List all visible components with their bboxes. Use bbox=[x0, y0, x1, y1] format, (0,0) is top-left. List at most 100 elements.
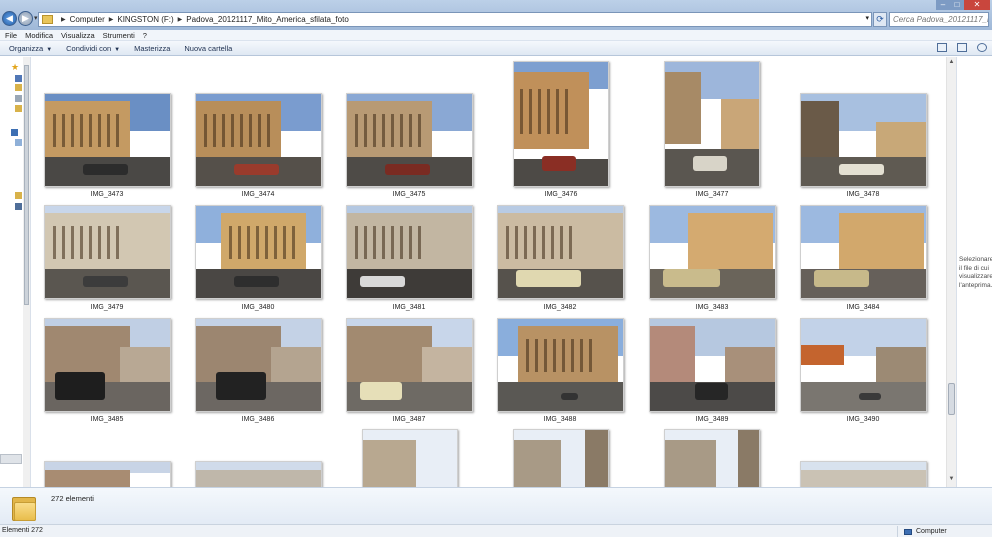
burn-button[interactable]: Masterizza bbox=[134, 44, 170, 53]
minimize-button[interactable]: – bbox=[936, 0, 950, 10]
breadcrumb-chevron-icon[interactable]: ▶ bbox=[109, 16, 114, 23]
thumbnail[interactable] bbox=[800, 93, 927, 187]
network-icon[interactable] bbox=[15, 203, 22, 210]
file-name[interactable]: IMG_3473 bbox=[32, 191, 182, 198]
folder-icon bbox=[12, 493, 36, 521]
breadcrumb-folder[interactable]: Padova_20121117_Mito_America_sfilata_fot… bbox=[186, 15, 348, 24]
favorites-star-icon[interactable]: ★ bbox=[11, 62, 19, 72]
share-button[interactable]: Condividi con ▼ bbox=[66, 44, 120, 53]
menu-help[interactable]: ? bbox=[143, 31, 147, 40]
chevron-down-icon: ▼ bbox=[114, 46, 121, 53]
navigation-pane: ★ bbox=[0, 57, 31, 487]
thumbnail[interactable] bbox=[44, 461, 171, 487]
back-button[interactable]: ◀ bbox=[2, 11, 17, 26]
title-bar: ◀ ▶ ▾ ▶ Computer ▶ KINGSTON (F:) ▶ Padov… bbox=[0, 0, 992, 30]
search-box[interactable] bbox=[889, 12, 989, 27]
recent-places-icon[interactable] bbox=[15, 95, 22, 102]
thumbnail[interactable] bbox=[346, 318, 473, 412]
scrollbar-thumb[interactable] bbox=[948, 383, 955, 415]
file-name[interactable]: IMG_3482 bbox=[485, 304, 635, 311]
thumbnail[interactable] bbox=[497, 205, 624, 299]
file-name[interactable]: IMG_3485 bbox=[32, 416, 182, 423]
breadcrumb-chevron-icon[interactable]: ▶ bbox=[61, 16, 66, 23]
file-name[interactable]: IMG_3475 bbox=[334, 191, 484, 198]
file-name[interactable]: IMG_3474 bbox=[183, 191, 333, 198]
file-name[interactable]: IMG_3483 bbox=[637, 304, 787, 311]
status-location-label: Computer bbox=[916, 528, 947, 535]
file-name[interactable]: IMG_3478 bbox=[788, 191, 938, 198]
menu-file[interactable]: File bbox=[5, 31, 17, 40]
thumbnail[interactable] bbox=[195, 318, 322, 412]
help-icon[interactable] bbox=[977, 43, 987, 52]
organize-button[interactable]: Organizza ▼ bbox=[9, 44, 52, 53]
thumbnail[interactable] bbox=[195, 461, 322, 487]
thumbnail[interactable] bbox=[362, 429, 458, 487]
thumbnail[interactable] bbox=[649, 205, 776, 299]
status-bar: Elementi 272 Computer bbox=[0, 524, 992, 537]
file-name[interactable]: IMG_3487 bbox=[334, 416, 484, 423]
address-dropdown-icon[interactable]: ▾ bbox=[865, 14, 869, 22]
thumbnail[interactable] bbox=[800, 318, 927, 412]
file-name[interactable]: IMG_3486 bbox=[183, 416, 333, 423]
recent-pages-chevron-icon[interactable]: ▾ bbox=[34, 14, 38, 22]
menu-edit[interactable]: Modifica bbox=[25, 31, 53, 40]
thumbnail[interactable] bbox=[346, 205, 473, 299]
folder-icon[interactable] bbox=[15, 192, 22, 199]
breadcrumb-chevron-icon[interactable]: ▶ bbox=[178, 16, 183, 23]
thumbnail[interactable] bbox=[664, 429, 760, 487]
computer-icon bbox=[904, 528, 912, 535]
thumbnail[interactable] bbox=[44, 93, 171, 187]
address-bar[interactable]: ▶ Computer ▶ KINGSTON (F:) ▶ Padova_2012… bbox=[38, 12, 872, 27]
content-scrollbar[interactable]: ▲ ▼ bbox=[946, 57, 956, 487]
thumbnail[interactable] bbox=[800, 205, 927, 299]
thumbnail[interactable] bbox=[513, 61, 609, 187]
nav-horizontal-scrollbar[interactable] bbox=[0, 454, 22, 464]
desktop-icon[interactable] bbox=[15, 75, 22, 82]
details-pane: 272 elementi bbox=[0, 487, 992, 524]
status-item-count: Elementi 272 bbox=[2, 527, 43, 534]
menu-view[interactable]: Visualizza bbox=[61, 31, 95, 40]
breadcrumb-drive[interactable]: KINGSTON (F:) bbox=[117, 15, 173, 24]
computer-nav-icon[interactable] bbox=[11, 129, 18, 136]
forward-button[interactable]: ▶ bbox=[18, 11, 33, 26]
breadcrumb-computer[interactable]: Computer bbox=[70, 15, 105, 24]
view-options-icon[interactable] bbox=[937, 43, 947, 52]
thumbnail[interactable] bbox=[497, 318, 624, 412]
downloads-icon[interactable] bbox=[15, 84, 22, 91]
thumbnail[interactable] bbox=[513, 429, 609, 487]
menu-tools[interactable]: Strumenti bbox=[103, 31, 135, 40]
thumbnail[interactable] bbox=[664, 61, 760, 187]
drive-icon[interactable] bbox=[15, 139, 22, 146]
file-name[interactable]: IMG_3489 bbox=[637, 416, 787, 423]
search-input[interactable] bbox=[890, 13, 988, 26]
nav-scrollbar-thumb[interactable] bbox=[24, 65, 29, 305]
file-name[interactable]: IMG_3484 bbox=[788, 304, 938, 311]
file-name[interactable]: IMG_3490 bbox=[788, 416, 938, 423]
file-name[interactable]: IMG_3476 bbox=[486, 191, 636, 198]
item-count: 272 elementi bbox=[51, 494, 94, 503]
command-bar: Organizza ▼ Condividi con ▼ Masterizza Nuo… bbox=[0, 41, 992, 56]
thumbnail[interactable] bbox=[346, 93, 473, 187]
thumbnail[interactable] bbox=[649, 318, 776, 412]
file-list: IMG_3473 IMG_3474 IMG_3475 IMG_3476 IMG_… bbox=[32, 57, 946, 487]
file-name[interactable]: IMG_3481 bbox=[334, 304, 484, 311]
new-folder-button[interactable]: Nuova cartella bbox=[184, 44, 232, 53]
refresh-button[interactable]: ⟳ bbox=[873, 12, 887, 27]
preview-message: Selezionare il file di cui visualizzare … bbox=[959, 256, 992, 289]
thumbnail[interactable] bbox=[44, 205, 171, 299]
thumbnail[interactable] bbox=[44, 318, 171, 412]
libraries-icon[interactable] bbox=[15, 105, 22, 112]
file-name[interactable]: IMG_3488 bbox=[485, 416, 635, 423]
thumbnail[interactable] bbox=[800, 461, 927, 487]
scroll-down-icon[interactable]: ▼ bbox=[947, 476, 956, 485]
file-name[interactable]: IMG_3480 bbox=[183, 304, 333, 311]
preview-pane-icon[interactable] bbox=[957, 43, 967, 52]
scroll-up-icon[interactable]: ▲ bbox=[947, 59, 956, 68]
thumbnail[interactable] bbox=[195, 93, 322, 187]
file-name[interactable]: IMG_3477 bbox=[637, 191, 787, 198]
thumbnail[interactable] bbox=[195, 205, 322, 299]
file-name[interactable]: IMG_3479 bbox=[32, 304, 182, 311]
menu-bar: File Modifica Visualizza Strumenti ? bbox=[0, 30, 992, 41]
maximize-button[interactable]: □ bbox=[950, 0, 964, 10]
close-button[interactable]: ✕ bbox=[964, 0, 990, 10]
